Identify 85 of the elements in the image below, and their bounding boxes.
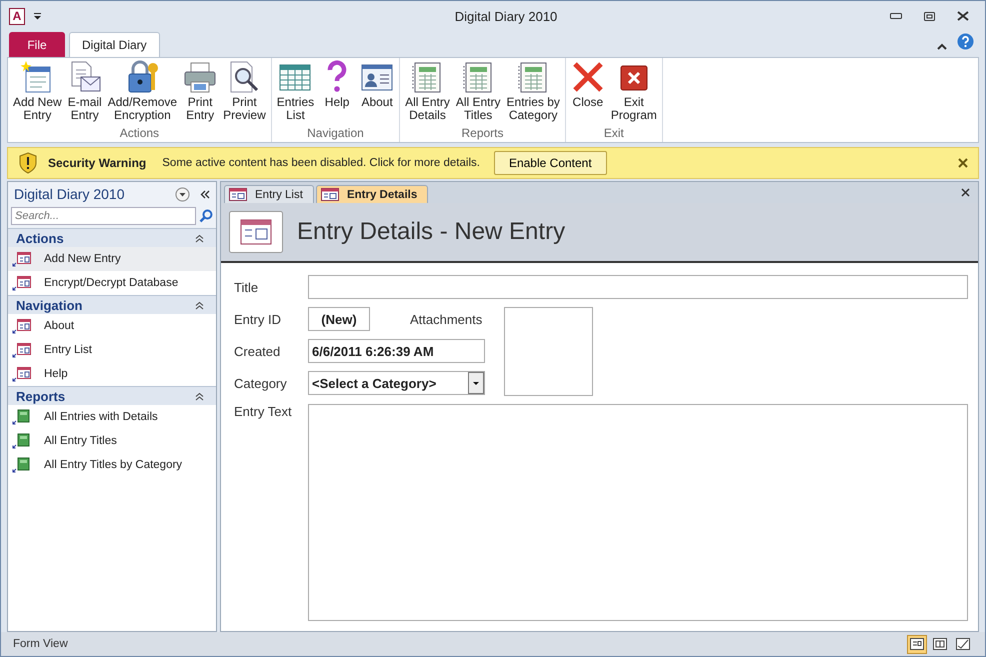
entry-id-field: (New): [308, 307, 370, 331]
view-icon: [956, 638, 970, 650]
window-title: Digital Diary 2010: [454, 8, 558, 24]
enable-content-button[interactable]: Enable Content: [494, 151, 607, 175]
form-icon: [229, 188, 247, 201]
collapse-icon: [195, 234, 204, 242]
ribbon-button[interactable]: Print Entry: [180, 58, 220, 126]
group-label: Actions: [118, 126, 160, 142]
form-icon: [12, 251, 32, 267]
collapse-icon: [195, 392, 204, 400]
form-icon: [320, 188, 339, 201]
entry-text-field[interactable]: [308, 404, 968, 621]
created-field[interactable]: 6/6/2011 6:26:39 AM: [308, 339, 485, 363]
search-icon[interactable]: [199, 209, 213, 223]
ribbon-button[interactable]: Exit Program: [608, 58, 660, 126]
dropdown-icon[interactable]: [175, 186, 190, 202]
nav-item[interactable]: Help: [8, 362, 216, 386]
form-icon: [229, 211, 283, 253]
ribbon-button[interactable]: Add New Entry: [10, 58, 65, 126]
view-icon: [910, 638, 924, 650]
field-label: Entry ID: [234, 312, 282, 326]
warning-title: Security Warning: [48, 156, 146, 170]
nav-item[interactable]: Encrypt/Decrypt Database: [8, 271, 216, 295]
ribbon-tab[interactable]: Digital Diary: [69, 32, 160, 57]
form-icon: [12, 275, 32, 291]
view-icon: [933, 638, 947, 650]
ribbon-button[interactable]: Add/Remove Encryption: [104, 58, 180, 126]
group-header[interactable]: Actions: [8, 228, 216, 247]
ribbon-tab[interactable]: File: [9, 32, 65, 57]
shield-warning-icon: [18, 152, 38, 174]
group-label: Exit: [602, 126, 625, 142]
status-text: Form View: [13, 638, 68, 650]
search-field[interactable]: Search...: [11, 207, 196, 225]
group-header[interactable]: Navigation: [8, 295, 216, 314]
ribbon-button[interactable]: E-mail Entry: [64, 58, 105, 126]
ribbon-button[interactable]: About: [357, 58, 398, 126]
group-label: Reports: [460, 126, 505, 142]
ribbon-button[interactable]: All Entry Titles: [452, 58, 504, 126]
maximize-icon[interactable]: [924, 12, 935, 20]
view-button[interactable]: [907, 634, 927, 654]
nav-item[interactable]: Add New Entry: [8, 247, 216, 271]
close-icon[interactable]: [961, 188, 970, 197]
field-label: Attachments: [410, 312, 484, 326]
category-dropdown[interactable]: <Select a Category>: [308, 371, 485, 395]
field-label: Category: [234, 376, 288, 390]
nav-item[interactable]: Entry List: [8, 338, 216, 362]
field-label: Created: [234, 344, 282, 358]
group-header[interactable]: Reports: [8, 386, 216, 405]
report-icon: [12, 457, 32, 473]
help-icon[interactable]: [957, 33, 974, 50]
group-label: Navigation: [306, 126, 365, 142]
nav-item[interactable]: About: [8, 314, 216, 338]
app-icon[interactable]: A: [9, 8, 25, 24]
minimize-icon[interactable]: [890, 13, 902, 19]
form-icon: [12, 318, 32, 334]
field-label: Entry Text: [234, 404, 293, 419]
ribbon-button[interactable]: Entries by Category: [504, 58, 563, 126]
document-tab[interactable]: Entry List: [224, 185, 314, 203]
nav-item[interactable]: All Entry Titles: [8, 429, 216, 453]
collapse-ribbon-icon[interactable]: [937, 43, 947, 50]
report-icon: [12, 433, 32, 449]
ribbon-button[interactable]: All Entry Details: [402, 58, 453, 126]
report-icon: [12, 409, 32, 425]
caret-icon[interactable]: [33, 12, 42, 20]
printer-icon: [183, 60, 218, 94]
nav-item[interactable]: All Entry Titles by Category: [8, 453, 216, 477]
collapse-icon: [195, 300, 204, 310]
collapse-pane-icon[interactable]: [200, 190, 210, 198]
ribbon-button[interactable]: Help: [317, 58, 358, 126]
field-label: Title: [234, 280, 260, 294]
form-heading: Entry Details - New Entry: [297, 218, 566, 246]
warning-message[interactable]: Some active content has been disabled. Click for more details.: [162, 157, 480, 169]
form-icon: [12, 342, 32, 358]
close-icon[interactable]: [958, 158, 968, 168]
close-icon: [570, 60, 605, 94]
close-icon[interactable]: [957, 11, 969, 21]
ribbon-button[interactable]: Close: [568, 58, 608, 126]
ribbon-button[interactable]: Entries List: [274, 58, 318, 126]
nav-item[interactable]: All Entries with Details: [8, 405, 216, 429]
document-tab[interactable]: Entry Details: [316, 185, 428, 203]
attachments-field[interactable]: [504, 307, 593, 396]
form-icon: [12, 366, 32, 382]
pane-title: Digital Diary 2010: [14, 186, 126, 202]
title-field[interactable]: [308, 275, 968, 299]
ribbon-button[interactable]: Print Preview: [220, 58, 269, 126]
